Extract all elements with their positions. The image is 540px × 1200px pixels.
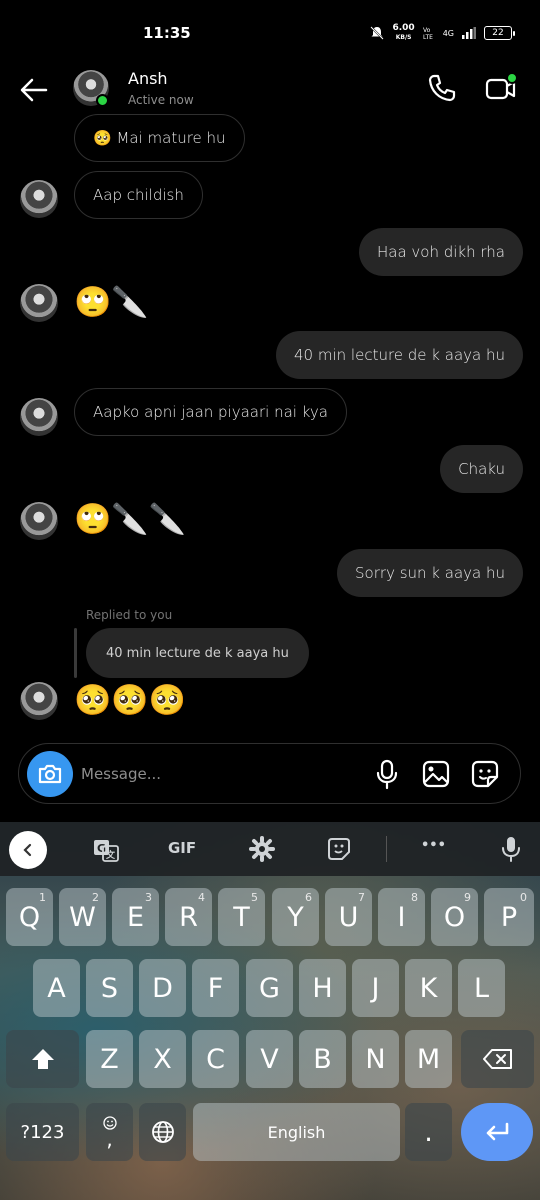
chat-header: Ansh Active now (0, 66, 540, 116)
svg-text:Vo: Vo (423, 27, 431, 34)
message-input[interactable] (81, 762, 351, 786)
keyboard-collapse-button[interactable] (9, 831, 47, 869)
message-bubble-incoming[interactable]: 🥺 Mai mature hu (74, 114, 245, 162)
key-z[interactable]: Z (86, 1030, 133, 1088)
speed-value: 6.00 (392, 23, 415, 33)
message-bubble-outgoing[interactable]: 40 min lecture de k aaya hu (276, 331, 523, 379)
more-options-button[interactable]: ••• (421, 838, 446, 853)
network-speed: 6.00 KB/S (392, 24, 414, 42)
contact-status: Active now (128, 93, 194, 107)
enter-key[interactable] (461, 1103, 533, 1161)
shift-key[interactable] (6, 1030, 79, 1088)
key-c[interactable]: C (192, 1030, 239, 1088)
settings-gear-icon[interactable] (249, 836, 275, 862)
key-o[interactable]: O9 (431, 888, 478, 946)
emoji-message[interactable]: 🙄🔪 (74, 283, 149, 323)
emoji-sticker-icon[interactable] (326, 836, 352, 862)
key-q[interactable]: Q1 (6, 888, 53, 946)
backspace-icon (482, 1049, 512, 1069)
key-l[interactable]: L (458, 959, 505, 1017)
message-bubble-outgoing[interactable]: Haa voh dikh rha (358, 228, 523, 276)
svg-text:G: G (97, 842, 106, 855)
key-d[interactable]: D (139, 959, 186, 1017)
key-e[interactable]: E3 (112, 888, 159, 946)
space-key[interactable]: English (193, 1103, 400, 1161)
reply-label: Replied to you (86, 608, 173, 622)
video-active-indicator (506, 72, 518, 84)
speed-unit: KB/S (395, 34, 412, 41)
key-y[interactable]: Y6 (272, 888, 319, 946)
contact-name[interactable]: Ansh (128, 69, 168, 88)
keyboard: G文 GIF ••• Q1 W2 E3 R4 T5 Y6 U7 I8 O9 P0… (0, 822, 540, 1200)
svg-text:文: 文 (105, 849, 116, 861)
symbols-key[interactable]: ?123 (6, 1103, 79, 1161)
shift-arrow-icon (31, 1049, 54, 1069)
key-r[interactable]: R4 (165, 888, 212, 946)
status-bar: 11:35 6.00 KB/S Vo LTE 4G 22 (0, 0, 540, 66)
globe-icon (151, 1121, 174, 1143)
language-key[interactable] (139, 1103, 186, 1161)
sender-avatar[interactable] (20, 398, 58, 436)
phone-call-icon[interactable] (426, 72, 458, 104)
key-k[interactable]: K (405, 959, 452, 1017)
translate-icon[interactable]: G文 (93, 838, 119, 862)
camera-icon (38, 764, 62, 784)
keyboard-toolbar: G文 GIF ••• (0, 822, 540, 876)
message-bubble-outgoing[interactable]: Chaku (440, 445, 523, 493)
emoji-message[interactable]: 🥺🥺🥺 (74, 681, 186, 721)
chevron-left-icon (23, 843, 32, 857)
message-bubble-incoming[interactable]: Aap childish (74, 171, 203, 219)
status-time: 11:35 (143, 24, 191, 42)
back-arrow-icon[interactable] (18, 74, 50, 106)
key-a[interactable]: A (33, 959, 80, 1017)
key-u[interactable]: U7 (325, 888, 372, 946)
gallery-icon[interactable] (420, 758, 452, 790)
battery-icon: 22 (484, 26, 515, 40)
sender-avatar[interactable] (20, 682, 58, 720)
toolbar-divider (386, 836, 387, 862)
quoted-message[interactable]: 40 min lecture de k aaya hu (86, 628, 309, 678)
message-composer (18, 743, 521, 804)
microphone-icon[interactable] (372, 758, 402, 790)
emoji-message[interactable]: 🙄🔪🔪 (74, 500, 186, 540)
key-v[interactable]: V (246, 1030, 293, 1088)
backspace-key[interactable] (461, 1030, 534, 1088)
key-j[interactable]: J (352, 959, 399, 1017)
network-type: 4G (442, 28, 454, 38)
key-t[interactable]: T5 (218, 888, 265, 946)
battery-level: 22 (492, 28, 504, 38)
key-i[interactable]: I8 (378, 888, 425, 946)
key-x[interactable]: X (139, 1030, 186, 1088)
comma-emoji-key[interactable]: , (86, 1103, 133, 1161)
message-bubble-outgoing[interactable]: Sorry sun k aaya hu (337, 549, 523, 597)
key-g[interactable]: G (246, 959, 293, 1017)
sticker-icon[interactable] (469, 758, 501, 790)
voice-input-icon[interactable] (500, 836, 522, 862)
svg-text:LTE: LTE (423, 34, 433, 40)
period-key[interactable]: . (405, 1103, 452, 1161)
camera-button[interactable] (27, 751, 73, 797)
online-indicator (96, 94, 109, 107)
sender-avatar[interactable] (20, 180, 58, 218)
key-p[interactable]: P0 (484, 888, 534, 946)
sender-avatar[interactable] (20, 502, 58, 540)
reply-quote-bar (74, 628, 77, 678)
status-icons: 6.00 KB/S Vo LTE 4G 22 (370, 24, 515, 42)
comma-label: , (106, 1127, 113, 1151)
gif-button[interactable]: GIF (168, 839, 196, 857)
volte-icon: VoLTE (423, 27, 433, 40)
mute-bell-icon (370, 26, 385, 40)
key-w[interactable]: W2 (59, 888, 106, 946)
key-n[interactable]: N (352, 1030, 399, 1088)
key-f[interactable]: F (192, 959, 239, 1017)
key-m[interactable]: M (405, 1030, 452, 1088)
signal-icon (462, 27, 476, 39)
key-b[interactable]: B (299, 1030, 346, 1088)
key-s[interactable]: S (86, 959, 133, 1017)
enter-return-icon (486, 1122, 509, 1141)
key-h[interactable]: H (299, 959, 346, 1017)
sender-avatar[interactable] (20, 284, 58, 322)
message-bubble-incoming[interactable]: Aapko apni jaan piyaari nai kya (74, 388, 347, 436)
